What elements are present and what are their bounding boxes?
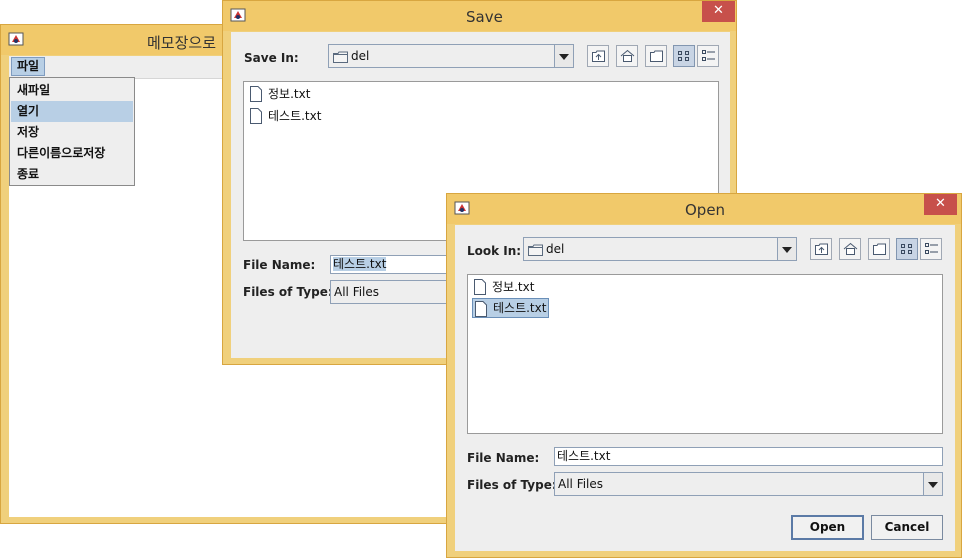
save-close-button[interactable]: ✕	[702, 1, 735, 22]
save-in-value: del	[351, 49, 370, 63]
file-icon	[475, 301, 487, 317]
up-folder-icon	[815, 243, 828, 255]
file-icon	[474, 279, 486, 295]
open-file-name-value: 테스트.txt	[557, 449, 611, 463]
look-in-combo[interactable]: del	[523, 237, 797, 261]
folder-icon	[528, 244, 543, 256]
menu-item-save-as[interactable]: 다른이름으로저장	[11, 143, 133, 164]
list-view-icon	[901, 244, 912, 254]
file-name: 정보.txt	[268, 87, 311, 101]
save-title-bar[interactable]: Save ✕	[223, 1, 736, 31]
save-file-name-value: 테스트.txt	[333, 257, 387, 271]
save-file-type-value: All Files	[334, 285, 380, 299]
home-button[interactable]	[839, 238, 861, 260]
file-item[interactable]: 정보.txt	[248, 84, 312, 104]
java-app-icon	[454, 201, 470, 215]
save-in-combo[interactable]: del	[328, 44, 574, 68]
open-file-type-label: Files of Type:	[467, 478, 557, 492]
home-icon	[843, 242, 858, 255]
open-close-button[interactable]: ✕	[924, 194, 957, 215]
save-file-type-label: Files of Type:	[243, 285, 333, 299]
list-view-button[interactable]	[673, 45, 695, 67]
list-view-icon	[678, 51, 689, 61]
file-name: 테스트.txt	[493, 301, 547, 315]
save-title: Save	[466, 8, 503, 26]
open-file-type-combo[interactable]: All Files	[554, 472, 943, 496]
folder-icon	[333, 51, 348, 63]
file-item-selected[interactable]: 테스트.txt	[472, 298, 550, 318]
file-menu-dropdown: 새파일 열기 저장 다른이름으로저장 종료	[9, 77, 135, 186]
file-item[interactable]: 정보.txt	[472, 277, 536, 297]
new-folder-button[interactable]	[645, 45, 667, 67]
details-view-button[interactable]	[920, 238, 942, 260]
file-item[interactable]: 테스트.txt	[248, 106, 323, 126]
open-file-list[interactable]: 정보.txt 테스트.txt	[467, 274, 943, 434]
details-view-button[interactable]	[697, 45, 719, 67]
cancel-button[interactable]: Cancel	[871, 515, 943, 540]
open-button[interactable]: Open	[791, 515, 864, 540]
open-title: Open	[685, 201, 726, 219]
file-name: 테스트.txt	[268, 109, 322, 123]
java-app-icon	[230, 8, 246, 22]
java-app-icon	[8, 32, 24, 46]
save-in-label: Save In:	[244, 51, 299, 65]
chevron-down-icon[interactable]	[554, 45, 573, 67]
notepad-title: 메모장으로	[147, 34, 217, 52]
look-in-label: Look In:	[467, 244, 522, 258]
open-file-type-value: All Files	[558, 477, 604, 491]
list-view-button[interactable]	[896, 238, 918, 260]
menu-item-exit[interactable]: 종료	[11, 164, 133, 185]
new-folder-icon	[650, 50, 663, 62]
file-icon	[250, 86, 262, 102]
up-folder-button[interactable]	[587, 45, 609, 67]
new-folder-button[interactable]	[868, 238, 890, 260]
details-view-icon	[925, 243, 938, 254]
open-file-name-label: File Name:	[467, 451, 540, 465]
up-folder-icon	[592, 50, 605, 62]
look-in-value: del	[546, 242, 565, 256]
menu-file[interactable]: 파일	[11, 57, 45, 76]
menu-item-save[interactable]: 저장	[11, 122, 133, 143]
details-view-icon	[702, 50, 715, 61]
open-dialog: Open ✕ Look In: del 정보.txt 테스트.txt File …	[446, 193, 962, 558]
open-title-bar[interactable]: Open ✕	[447, 194, 961, 224]
save-file-name-label: File Name:	[243, 258, 316, 272]
menu-item-open[interactable]: 열기	[11, 101, 133, 122]
menu-item-new[interactable]: 새파일	[11, 80, 133, 101]
home-button[interactable]	[616, 45, 638, 67]
up-folder-button[interactable]	[810, 238, 832, 260]
new-folder-icon	[873, 243, 886, 255]
file-name: 정보.txt	[492, 280, 535, 294]
chevron-down-icon[interactable]	[777, 238, 796, 260]
open-file-name-field[interactable]: 테스트.txt	[554, 447, 943, 466]
chevron-down-icon[interactable]	[923, 473, 942, 495]
open-client: Look In: del 정보.txt 테스트.txt File Name: 테…	[455, 225, 955, 551]
home-icon	[620, 49, 635, 62]
file-icon	[250, 108, 262, 124]
